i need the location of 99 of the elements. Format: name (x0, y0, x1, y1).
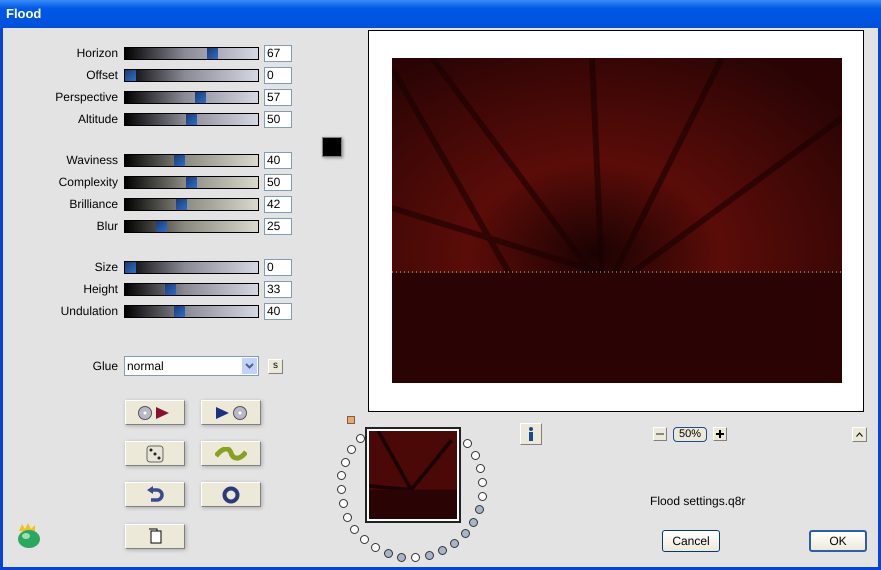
window-title: Flood (6, 5, 42, 24)
dialog-button[interactable]: OK (809, 530, 867, 552)
preset-slot[interactable] (468, 518, 478, 528)
tool-button[interactable] (201, 482, 261, 507)
caret-up-icon (856, 432, 863, 436)
preset-slot[interactable] (474, 505, 484, 514)
plus-icon (716, 430, 724, 438)
slider-track[interactable] (124, 112, 259, 126)
preset-slot[interactable] (425, 551, 434, 560)
preset-slot[interactable] (463, 438, 472, 448)
slider-thumb[interactable] (165, 284, 176, 294)
preset-slot[interactable] (478, 478, 488, 487)
preset-slot[interactable] (356, 434, 365, 444)
settings-filename: Flood settings.q8r (650, 493, 746, 510)
tool-button[interactable] (125, 482, 185, 507)
glue-label: Glue (92, 358, 118, 375)
slider-track[interactable] (124, 304, 259, 318)
glue-dropdown[interactable]: normal (124, 356, 259, 376)
preset-slot[interactable] (340, 458, 350, 467)
color-swatch[interactable] (322, 137, 342, 157)
value-input[interactable]: 50 (264, 174, 292, 190)
play-disc-icon (214, 406, 248, 420)
slider-thumb[interactable] (176, 198, 188, 210)
slider-track[interactable] (124, 154, 259, 166)
preset-slot[interactable] (470, 450, 480, 460)
chevron-down-icon (242, 358, 257, 374)
preset-slot[interactable] (476, 464, 485, 473)
minus-icon (656, 433, 664, 435)
slider-label: Offset (85, 67, 118, 84)
slider-track[interactable] (124, 282, 259, 296)
slider-track[interactable] (124, 220, 259, 232)
slider-label: Height (82, 281, 118, 298)
slider-label: Undulation (60, 303, 118, 320)
preset-marker-icon (347, 416, 355, 424)
slider-thumb[interactable] (186, 114, 197, 124)
slider-thumb[interactable] (174, 154, 185, 166)
ring-icon (222, 486, 240, 504)
value-input[interactable]: 50 (264, 110, 292, 128)
value-input[interactable]: 0 (264, 258, 292, 276)
tool-button[interactable] (125, 524, 185, 548)
slider-thumb[interactable] (174, 306, 185, 316)
wave-icon (215, 446, 247, 460)
slider-track[interactable] (124, 260, 259, 274)
zoom-in-button[interactable] (713, 427, 727, 441)
preset-slot[interactable] (338, 499, 348, 508)
preset-slot[interactable] (350, 524, 360, 534)
zoom-out-button[interactable] (653, 427, 667, 441)
tool-button[interactable] (201, 400, 261, 425)
slider-track[interactable] (124, 198, 259, 210)
value-input[interactable]: 57 (264, 88, 292, 106)
slider-label: Waviness (65, 152, 118, 169)
preset-slot[interactable] (360, 535, 369, 544)
slider-track[interactable] (124, 90, 259, 104)
slider-track[interactable] (124, 46, 259, 60)
slider-label: Perspective (54, 89, 118, 106)
slider-label: Blur (96, 218, 118, 235)
slider-label: Complexity (58, 174, 118, 191)
preset-slot[interactable] (337, 471, 346, 480)
preset-slot[interactable] (460, 529, 470, 538)
info-button[interactable] (520, 423, 542, 445)
preset-slot[interactable] (478, 492, 487, 501)
info-icon (528, 427, 534, 441)
value-input[interactable]: 42 (264, 196, 292, 212)
slider-label: Altitude (76, 111, 118, 128)
preset-slot[interactable] (384, 549, 393, 558)
slider-thumb[interactable] (125, 70, 136, 80)
logo-icon (15, 523, 43, 549)
collapse-button[interactable] (852, 426, 867, 442)
preset-slot[interactable] (450, 539, 460, 548)
slider-track[interactable] (124, 176, 259, 188)
glue-small-button[interactable]: s (268, 358, 283, 374)
value-input[interactable]: 40 (264, 152, 292, 168)
slider-track[interactable] (124, 68, 259, 82)
zoom-level: 50% (673, 426, 707, 442)
preset-slot[interactable] (347, 445, 356, 454)
undo-icon (146, 486, 164, 504)
preset-slot[interactable] (438, 546, 448, 556)
preset-slot[interactable] (397, 552, 406, 562)
value-input[interactable]: 33 (264, 280, 292, 298)
preset-slot[interactable] (336, 485, 346, 494)
dialog-button[interactable]: Cancel (662, 530, 720, 552)
slider-label: Size (94, 259, 118, 276)
preset-slot[interactable] (411, 553, 420, 562)
value-input[interactable]: 25 (264, 218, 292, 234)
slider-thumb[interactable] (156, 220, 166, 232)
dice-icon (146, 444, 164, 462)
slider-thumb[interactable] (206, 48, 218, 58)
value-input[interactable]: 40 (264, 302, 292, 320)
tool-button[interactable] (125, 400, 185, 425)
slider-thumb[interactable] (186, 176, 197, 188)
value-input[interactable]: 0 (264, 66, 292, 84)
preset-slot[interactable] (343, 512, 352, 522)
slider-thumb[interactable] (194, 92, 206, 102)
slider-thumb[interactable] (125, 262, 136, 272)
copy-icon (148, 528, 162, 544)
slider-label: Horizon (76, 45, 118, 62)
preset-slot[interactable] (371, 543, 380, 552)
slider-label: Brilliance (68, 196, 118, 213)
value-input[interactable]: 67 (264, 44, 292, 62)
